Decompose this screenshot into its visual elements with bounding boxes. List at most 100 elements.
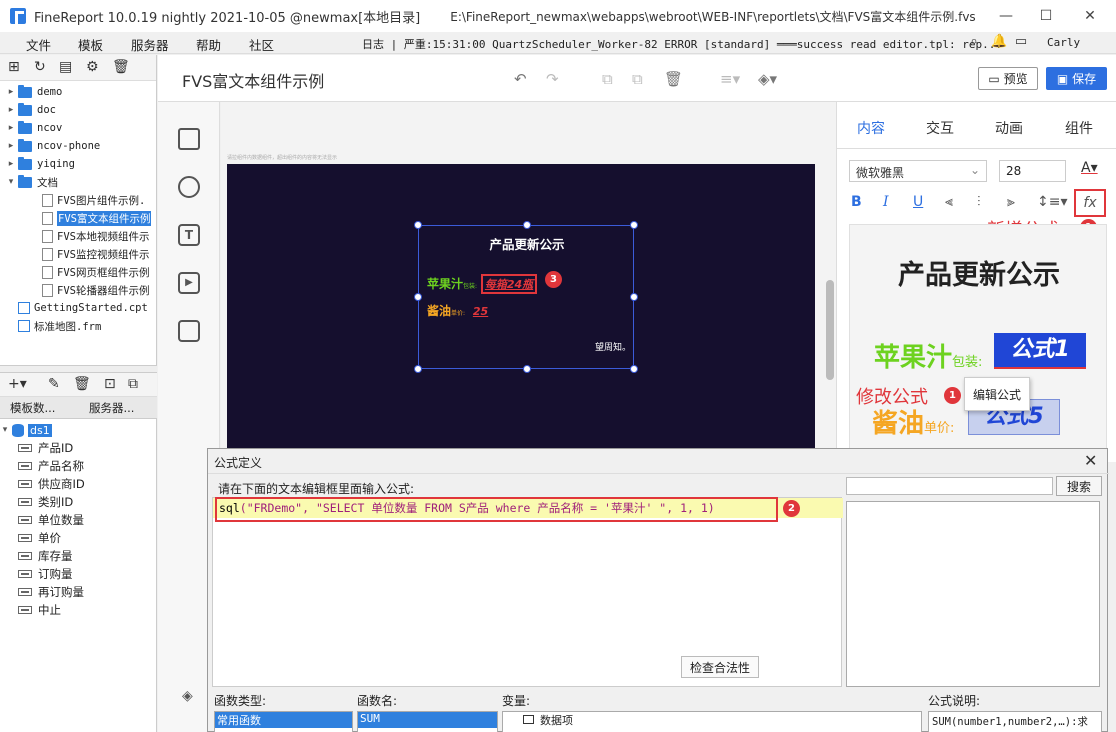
resize-handle[interactable] [523, 221, 531, 229]
delete-dataset-icon[interactable]: 🗑 [73, 376, 91, 392]
tab-template-dataset[interactable]: 模板数... [10, 400, 55, 416]
func-type-list[interactable]: 常用函数 [214, 711, 353, 732]
bell-icon[interactable]: 🔔 [991, 34, 1007, 50]
copy-dataset-icon[interactable]: ⧉ [128, 376, 138, 392]
tree-file[interactable]: FVS网页框组件示例 [0, 263, 149, 281]
chevron-right-icon[interactable]: ▸ [6, 105, 16, 115]
tree-file[interactable]: 标准地图.frm [0, 317, 101, 335]
tab-animation[interactable]: 动画 [995, 118, 1023, 138]
tree-file[interactable]: FVS富文本组件示例 [0, 209, 152, 227]
rich-text-component[interactable]: 产品更新公示 苹果汁包装: 每箱24瓶 3 酱油单价: 25 望周知。 [414, 221, 638, 373]
tree-folder[interactable]: ▸ doc [0, 101, 56, 119]
dataset-field[interactable]: 供应商ID [0, 475, 85, 493]
apple-value[interactable]: 每箱24瓶 [480, 274, 538, 294]
chevron-right-icon[interactable]: ▸ [6, 141, 16, 151]
tree-file[interactable]: GettingStarted.cpt [0, 299, 148, 317]
layers-icon[interactable]: ◈ [182, 688, 193, 704]
dataset-field[interactable]: 订购量 [0, 565, 73, 583]
list-item[interactable]: SUM [358, 712, 497, 728]
minimize-button[interactable]: — [996, 6, 1016, 26]
tree-file[interactable]: FVS本地视频组件示 [0, 227, 149, 245]
preview-dataset-icon[interactable]: ⊡ [104, 376, 116, 392]
dataset-field[interactable]: 产品名称 [0, 457, 84, 475]
refresh-icon[interactable]: ↻ [34, 59, 46, 75]
tab-component[interactable]: 组件 [1065, 118, 1093, 138]
align-right-icon[interactable]: ⫸ [1007, 194, 1015, 210]
list-item[interactable]: 常用函数 [215, 712, 352, 728]
variable-list[interactable]: 数据项 [502, 711, 922, 732]
tree-file[interactable]: FVS轮播器组件示例 [0, 281, 149, 299]
menu-community[interactable]: 社区 [249, 35, 274, 54]
tree-file[interactable]: FVS图片组件示例. [0, 191, 145, 209]
tree-file[interactable]: FVS监控视频组件示 [0, 245, 149, 263]
italic-icon[interactable]: I [883, 194, 889, 210]
video-icon[interactable]: ▶ [178, 272, 200, 294]
menu-server[interactable]: 服务器 [131, 35, 169, 54]
log-status[interactable]: 日志 | 严重:15:31:00 QuartzScheduler_Worker-… [362, 36, 1002, 52]
text-icon[interactable]: T [178, 224, 200, 246]
menu-template[interactable]: 模板 [78, 35, 103, 54]
preview-formula1[interactable]: 公式1 [994, 333, 1086, 369]
chevron-right-icon[interactable]: ▸ [6, 123, 16, 133]
align-icon[interactable]: ≡▾ [720, 70, 740, 88]
dataset-field[interactable]: 产品ID [0, 439, 73, 457]
resize-handle[interactable] [523, 365, 531, 373]
tab-content[interactable]: 内容 [857, 118, 885, 138]
edit-dataset-icon[interactable]: ✎ [48, 376, 60, 392]
tree-folder[interactable]: ▸ ncov-phone [0, 137, 100, 155]
dataset-field[interactable]: 单位数量 [0, 511, 84, 529]
paste-icon[interactable]: ⧉ [632, 70, 643, 88]
line-spacing-icon[interactable]: ↕≡▾ [1037, 194, 1068, 210]
dataset-field[interactable]: 类别ID [0, 493, 73, 511]
resize-handle[interactable] [414, 293, 422, 301]
add-dataset-icon[interactable]: +▾ [8, 376, 27, 392]
dashboard-canvas[interactable]: 产品更新公示 苹果汁包装: 每箱24瓶 3 酱油单价: 25 望周知。 [227, 164, 815, 454]
rich-text-preview[interactable]: 产品更新公示 苹果汁包装: 公式1 修改公式 1 酱油单价: 公式5 编辑公式 [849, 224, 1107, 462]
tree-folder[interactable]: ▸ ncov [0, 119, 62, 137]
search-icon[interactable]: ⌕ [966, 34, 982, 50]
close-window-button[interactable]: ✕ [1080, 6, 1100, 26]
undo-icon[interactable]: ↶ [514, 70, 527, 88]
chevron-right-icon[interactable]: ▸ [6, 87, 16, 97]
soy-value[interactable]: 25 [473, 305, 488, 318]
resize-handle[interactable] [630, 221, 638, 229]
tree-folder[interactable]: ▸ yiqing [0, 155, 75, 173]
copy-icon[interactable]: ⧉ [602, 70, 613, 88]
align-left-icon[interactable]: ⫷ [945, 194, 953, 210]
preview-button[interactable]: ▭ 预览 [978, 67, 1038, 90]
menu-help[interactable]: 帮助 [196, 35, 221, 54]
menu-file[interactable]: 文件 [26, 35, 51, 54]
resize-handle[interactable] [414, 365, 422, 373]
bold-icon[interactable]: B [851, 194, 862, 210]
resize-handle[interactable] [414, 221, 422, 229]
dataset-field[interactable]: 库存量 [0, 547, 73, 565]
font-size-input[interactable]: 28 [999, 160, 1066, 182]
search-button[interactable]: 搜索 [1056, 476, 1102, 496]
chevron-down-icon[interactable]: ▾ [6, 177, 16, 187]
func-name-list[interactable]: SUM [357, 711, 498, 732]
new-folder-icon[interactable]: ⊞ [8, 59, 20, 75]
list-item[interactable]: 数据项 [503, 712, 921, 728]
open-icon[interactable]: ▤ [59, 59, 72, 75]
insert-formula-button[interactable]: fx [1074, 189, 1106, 217]
close-icon[interactable]: ✕ [1084, 451, 1097, 470]
resize-handle[interactable] [630, 293, 638, 301]
widget-icon[interactable] [178, 320, 200, 342]
delete-icon[interactable]: 🗑 [112, 59, 130, 75]
function-search-input[interactable] [846, 477, 1053, 495]
formula-editor[interactable]: sql("FRDemo", "SELECT 单位数量 FROM S产品 wher… [212, 497, 843, 687]
save-button[interactable]: ▣ 保存 [1046, 67, 1107, 90]
chart-pie-icon[interactable] [178, 176, 200, 198]
underline-icon[interactable]: U [913, 194, 923, 210]
redo-icon[interactable]: ↷ [546, 70, 559, 88]
dataset-field[interactable]: 单价 [0, 529, 61, 547]
maximize-button[interactable]: ☐ [1036, 6, 1056, 26]
dataset-field[interactable]: 再订购量 [0, 583, 84, 601]
settings-icon[interactable]: ⚙ [86, 59, 99, 75]
layer-icon[interactable]: ◈▾ [758, 70, 777, 88]
tab-server-dataset[interactable]: 服务器... [89, 400, 134, 416]
canvas-scrollbar[interactable] [826, 280, 834, 380]
dataset-ds1[interactable]: ▾ ds1 [0, 421, 52, 439]
message-icon[interactable]: ▭ [1013, 34, 1029, 50]
panel-splitter[interactable] [0, 365, 157, 373]
